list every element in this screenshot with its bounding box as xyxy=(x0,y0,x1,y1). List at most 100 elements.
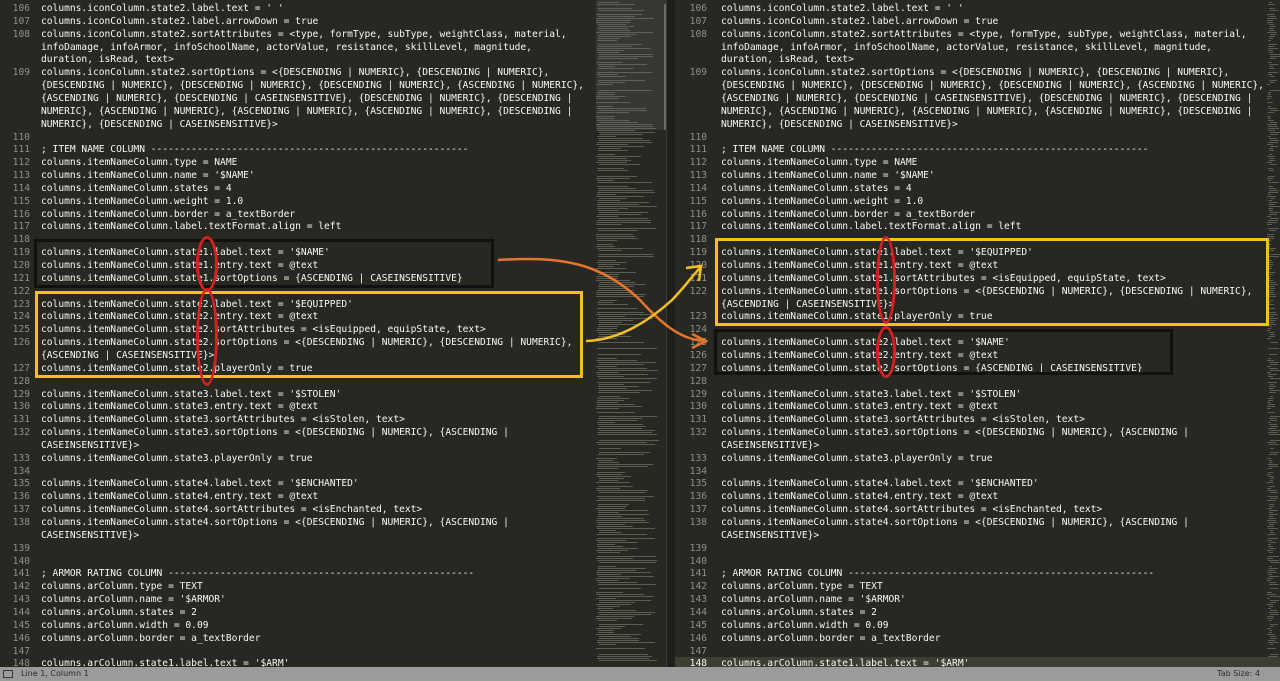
code-line[interactable]: {DESCENDING | NUMERIC}, {DESCENDING | NU… xyxy=(675,79,1280,92)
code-line[interactable]: 109 columns.iconColumn.state2.sortOptions… xyxy=(675,66,1280,79)
code-text[interactable]: columns.iconColumn.state2.sortAttributes… xyxy=(41,28,567,41)
code-text[interactable]: columns.iconColumn.state2.sortOptions = … xyxy=(41,66,549,79)
code-line[interactable]: NUMERIC}, {ASCENDING | NUMERIC}, {ASCEND… xyxy=(675,105,1280,118)
code-line[interactable]: 148 columns.arColumn.state1.label.text = … xyxy=(0,657,666,667)
code-text[interactable]: CASEINSENSITIVE}> xyxy=(721,529,819,542)
code-line[interactable]: 115 columns.itemNameColumn.weight = 1.0 xyxy=(675,195,1280,208)
code-line[interactable]: 137 columns.itemNameColumn.state4.sortAtt… xyxy=(675,503,1280,516)
code-text[interactable]: columns.itemNameColumn.state3.sortAttrib… xyxy=(721,413,1085,426)
code-text[interactable]: columns.itemNameColumn.state3.entry.text… xyxy=(721,400,998,413)
code-line[interactable]: 139 xyxy=(675,542,1280,555)
code-line[interactable]: 136 columns.itemNameColumn.state4.entry.t… xyxy=(0,490,666,503)
code-line[interactable]: 137 columns.itemNameColumn.state4.sortAtt… xyxy=(0,503,666,516)
code-text[interactable]: columns.arColumn.border = a_textBorder xyxy=(41,632,261,645)
code-line[interactable]: 148 columns.arColumn.state1.label.text = … xyxy=(675,657,1280,667)
code-text[interactable]: ; ITEM NAME COLUMN ---------------------… xyxy=(721,143,1148,156)
code-text[interactable]: CASEINSENSITIVE}> xyxy=(41,439,139,452)
code-text[interactable]: columns.itemNameColumn.state4.label.text… xyxy=(41,477,359,490)
code-text[interactable]: {ASCENDING | NUMERIC}, {DESCENDING | CAS… xyxy=(41,92,572,105)
code-text[interactable]: columns.itemNameColumn.label.textFormat.… xyxy=(41,220,341,233)
code-text[interactable]: columns.itemNameColumn.label.textFormat.… xyxy=(721,220,1021,233)
code-line[interactable]: {ASCENDING | NUMERIC}, {DESCENDING | CAS… xyxy=(0,92,666,105)
code-line[interactable]: 133 columns.itemNameColumn.state3.playerO… xyxy=(675,452,1280,465)
code-text[interactable]: NUMERIC}, {DESCENDING | CASEINSENSITIVE}… xyxy=(41,118,278,131)
code-line[interactable]: duration, isRead, text> xyxy=(675,53,1280,66)
code-text[interactable]: columns.arColumn.state1.label.text = '$A… xyxy=(41,657,289,667)
code-line[interactable]: 143 columns.arColumn.name = '$ARMOR' xyxy=(675,593,1280,606)
code-text[interactable]: columns.iconColumn.state2.label.text = '… xyxy=(41,2,284,15)
code-line[interactable]: 142 columns.arColumn.type = TEXT xyxy=(675,580,1280,593)
code-line[interactable]: 145 columns.arColumn.width = 0.09 xyxy=(675,619,1280,632)
code-line[interactable]: CASEINSENSITIVE}> xyxy=(675,439,1280,452)
code-line[interactable]: 132 columns.itemNameColumn.state3.sortOpt… xyxy=(0,426,666,439)
code-text[interactable]: columns.itemNameColumn.state3.sortOption… xyxy=(721,426,1189,439)
code-text[interactable]: columns.itemNameColumn.weight = 1.0 xyxy=(41,195,243,208)
code-line[interactable]: 146 columns.arColumn.border = a_textBorde… xyxy=(0,632,666,645)
code-text[interactable]: {ASCENDING | NUMERIC}, {DESCENDING | CAS… xyxy=(721,92,1252,105)
code-line[interactable]: 112 columns.itemNameColumn.type = NAME xyxy=(0,156,666,169)
code-text[interactable]: NUMERIC}, {DESCENDING | CASEINSENSITIVE}… xyxy=(721,118,958,131)
code-text[interactable]: columns.iconColumn.state2.label.text = '… xyxy=(721,2,964,15)
code-line[interactable]: 146 columns.arColumn.border = a_textBorde… xyxy=(675,632,1280,645)
code-text[interactable]: columns.arColumn.states = 2 xyxy=(721,606,877,619)
code-text[interactable]: columns.arColumn.states = 2 xyxy=(41,606,197,619)
code-text[interactable]: {DESCENDING | NUMERIC}, {DESCENDING | NU… xyxy=(721,79,1264,92)
code-line[interactable]: 133 columns.itemNameColumn.state3.playerO… xyxy=(0,452,666,465)
code-text[interactable]: columns.arColumn.name = '$ARMOR' xyxy=(41,593,226,606)
code-text[interactable]: columns.itemNameColumn.type = NAME xyxy=(41,156,237,169)
code-text[interactable]: columns.itemNameColumn.states = 4 xyxy=(41,182,232,195)
code-text[interactable]: duration, isRead, text> xyxy=(721,53,854,66)
code-line[interactable]: 138 columns.itemNameColumn.state4.sortOpt… xyxy=(0,516,666,529)
console-icon[interactable] xyxy=(3,670,13,678)
code-line[interactable]: CASEINSENSITIVE}> xyxy=(675,529,1280,542)
code-text[interactable]: columns.iconColumn.state2.sortAttributes… xyxy=(721,28,1247,41)
code-line[interactable]: 135 columns.itemNameColumn.state4.label.t… xyxy=(675,477,1280,490)
code-text[interactable]: NUMERIC}, {ASCENDING | NUMERIC}, {ASCEND… xyxy=(41,105,572,118)
code-text[interactable]: columns.itemNameColumn.state4.label.text… xyxy=(721,477,1039,490)
code-line[interactable]: 132 columns.itemNameColumn.state3.sortOpt… xyxy=(675,426,1280,439)
code-line[interactable]: 108 columns.iconColumn.state2.sortAttribu… xyxy=(675,28,1280,41)
tab-size-indicator[interactable]: Tab Size: 4 xyxy=(1217,669,1260,678)
code-line[interactable]: 114 columns.itemNameColumn.states = 4 xyxy=(0,182,666,195)
code-text[interactable]: columns.itemNameColumn.weight = 1.0 xyxy=(721,195,923,208)
code-text[interactable]: columns.itemNameColumn.name = '$NAME' xyxy=(721,169,935,182)
code-line[interactable]: 107 columns.iconColumn.state2.label.arrow… xyxy=(0,15,666,28)
code-line[interactable]: 117 columns.itemNameColumn.label.textForm… xyxy=(0,220,666,233)
code-line[interactable]: 117 columns.itemNameColumn.label.textForm… xyxy=(675,220,1280,233)
code-line[interactable]: 139 xyxy=(0,542,666,555)
code-text[interactable]: columns.itemNameColumn.state4.sortAttrib… xyxy=(721,503,1102,516)
code-line[interactable]: 144 columns.arColumn.states = 2 xyxy=(675,606,1280,619)
code-line[interactable]: 113 columns.itemNameColumn.name = '$NAME' xyxy=(0,169,666,182)
code-line[interactable]: 106 columns.iconColumn.state2.label.text … xyxy=(0,2,666,15)
code-line[interactable]: 130 columns.itemNameColumn.state3.entry.t… xyxy=(675,400,1280,413)
code-text[interactable]: CASEINSENSITIVE}> xyxy=(721,439,819,452)
code-text[interactable]: columns.itemNameColumn.state4.sortOption… xyxy=(721,516,1189,529)
code-line[interactable]: 108 columns.iconColumn.state2.sortAttribu… xyxy=(0,28,666,41)
code-text[interactable]: CASEINSENSITIVE}> xyxy=(41,529,139,542)
code-line[interactable]: 143 columns.arColumn.name = '$ARMOR' xyxy=(0,593,666,606)
code-text[interactable]: columns.iconColumn.state2.label.arrowDow… xyxy=(41,15,318,28)
code-line[interactable]: 131 columns.itemNameColumn.state3.sortAtt… xyxy=(0,413,666,426)
code-text[interactable]: columns.itemNameColumn.type = NAME xyxy=(721,156,917,169)
code-text[interactable]: columns.itemNameColumn.name = '$NAME' xyxy=(41,169,255,182)
code-text[interactable]: ; ARMOR RATING COLUMN ------------------… xyxy=(721,567,1154,580)
code-line[interactable]: 130 columns.itemNameColumn.state3.entry.t… xyxy=(0,400,666,413)
code-line[interactable]: NUMERIC}, {ASCENDING | NUMERIC}, {ASCEND… xyxy=(0,105,666,118)
code-line[interactable]: {ASCENDING | NUMERIC}, {DESCENDING | CAS… xyxy=(675,92,1280,105)
code-text[interactable]: columns.itemNameColumn.states = 4 xyxy=(721,182,912,195)
code-line[interactable]: 145 columns.arColumn.width = 0.09 xyxy=(0,619,666,632)
code-line[interactable]: NUMERIC}, {DESCENDING | CASEINSENSITIVE}… xyxy=(0,118,666,131)
code-text[interactable]: ; ITEM NAME COLUMN ---------------------… xyxy=(41,143,468,156)
code-line[interactable]: NUMERIC}, {DESCENDING | CASEINSENSITIVE}… xyxy=(675,118,1280,131)
code-text[interactable]: columns.itemNameColumn.state4.entry.text… xyxy=(41,490,318,503)
code-line[interactable]: 114 columns.itemNameColumn.states = 4 xyxy=(675,182,1280,195)
code-text[interactable]: columns.itemNameColumn.state3.playerOnly… xyxy=(41,452,312,465)
code-text[interactable]: columns.iconColumn.state2.sortOptions = … xyxy=(721,66,1229,79)
code-text[interactable]: columns.arColumn.state1.label.text = '$A… xyxy=(721,657,969,667)
code-line[interactable]: 135 columns.itemNameColumn.state4.label.t… xyxy=(0,477,666,490)
code-line[interactable]: 136 columns.itemNameColumn.state4.entry.t… xyxy=(675,490,1280,503)
code-line[interactable]: 106 columns.iconColumn.state2.label.text … xyxy=(675,2,1280,15)
code-line[interactable]: 113 columns.itemNameColumn.name = '$NAME' xyxy=(675,169,1280,182)
code-text[interactable]: columns.arColumn.border = a_textBorder xyxy=(721,632,941,645)
code-text[interactable]: columns.iconColumn.state2.label.arrowDow… xyxy=(721,15,998,28)
